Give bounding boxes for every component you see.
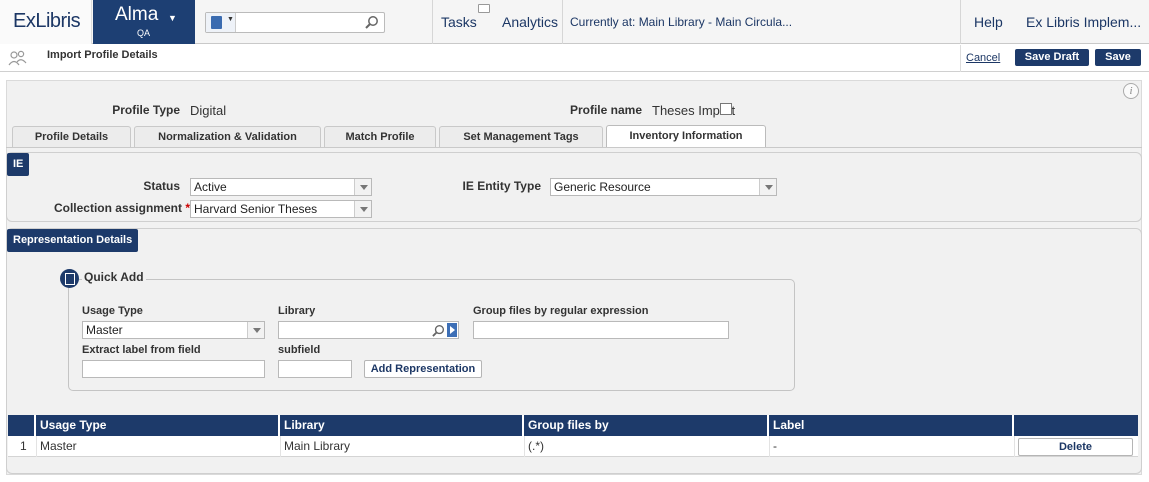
entity-type-select-value: Generic Resource (554, 180, 651, 194)
app-name: Alma (115, 4, 159, 25)
row-usage-type: Master (40, 439, 77, 453)
people-icon (8, 50, 27, 66)
edit-icon[interactable] (720, 103, 732, 115)
collection-select[interactable]: Harvard Senior Theses (190, 200, 372, 218)
status-select[interactable]: Active (190, 178, 372, 196)
nav-tasks[interactable]: Tasks (441, 14, 477, 30)
table-header-usage-type: Usage Type (36, 415, 280, 436)
ie-section-header: IE (7, 153, 30, 176)
chevron-down-icon (354, 179, 371, 195)
status-select-value: Active (194, 180, 227, 194)
chevron-down-icon (759, 179, 776, 195)
divider (562, 0, 563, 44)
quick-add-title: Quick Add (82, 270, 146, 284)
tab-profile-details[interactable]: Profile Details (12, 126, 131, 147)
divider (960, 0, 961, 44)
help-link[interactable]: Help (974, 14, 1003, 30)
top-bar: ExLibris Alma ▼ QA ▼ Tasks Analytics Cur… (0, 0, 1149, 44)
collection-select-value: Harvard Senior Theses (194, 202, 318, 216)
save-draft-button[interactable]: Save Draft (1015, 49, 1089, 66)
table-header-index (8, 415, 36, 436)
row-library: Main Library (284, 439, 351, 453)
extract-label-input[interactable] (82, 360, 265, 378)
document-icon (211, 16, 222, 29)
table-header-library: Library (280, 415, 524, 436)
search-input[interactable] (237, 13, 361, 32)
nav-analytics[interactable]: Analytics (502, 14, 558, 30)
chevron-down-icon: ▼ (168, 13, 177, 23)
tab-divider (6, 147, 1142, 148)
chevron-down-icon (247, 322, 264, 338)
extract-label-label: Extract label from field (82, 344, 201, 356)
arrow-right-icon[interactable] (447, 323, 457, 337)
profile-type-value: Digital (190, 103, 227, 118)
app-switcher[interactable]: Alma ▼ QA (93, 0, 195, 44)
exlibris-logo[interactable]: ExLibris (0, 0, 92, 44)
library-field[interactable] (278, 321, 459, 339)
notification-icon[interactable] (478, 4, 490, 13)
table-header-actions (1014, 415, 1138, 436)
representation-section-header: Representation Details (7, 229, 139, 252)
delete-button[interactable]: Delete (1018, 438, 1133, 456)
tab-match-profile[interactable]: Match Profile (324, 126, 436, 147)
usage-type-label: Usage Type (82, 305, 143, 317)
row-label: - (773, 439, 777, 453)
tab-normalization-validation[interactable]: Normalization & Validation (134, 126, 321, 147)
divider (432, 0, 433, 44)
usage-type-select[interactable]: Master (82, 321, 265, 339)
add-representation-button[interactable]: Add Representation (364, 360, 482, 378)
page-header: Import Profile Details Cancel Save Draft… (0, 45, 1149, 72)
status-label: Status (143, 179, 180, 193)
quick-add-icon (60, 269, 79, 288)
row-group-files-by: (.*) (528, 439, 544, 453)
usage-type-select-value: Master (86, 323, 123, 337)
library-label: Library (278, 305, 316, 317)
environment-label: QA (137, 28, 151, 38)
subfield-label: subfield (278, 344, 321, 356)
table-header-label: Label (769, 415, 1014, 436)
page-title: Import Profile Details (47, 49, 158, 61)
info-icon[interactable]: i (1123, 83, 1139, 99)
table-divider (1014, 436, 1015, 457)
user-menu[interactable]: Ex Libris Implem... (1026, 14, 1141, 30)
current-location[interactable]: Currently at: Main Library - Main Circul… (570, 15, 792, 29)
profile-type-label: Profile Type (112, 103, 180, 117)
tab-inventory-information[interactable]: Inventory Information (606, 125, 766, 148)
table-row (8, 436, 1138, 457)
divider (960, 45, 961, 72)
search-type-selector[interactable]: ▼ (206, 13, 236, 32)
search-box: ▼ (205, 12, 385, 33)
chevron-down-icon (354, 201, 371, 217)
save-button[interactable]: Save (1095, 49, 1141, 66)
row-index: 1 (20, 439, 27, 453)
table-header-group-files-by: Group files by (524, 415, 769, 436)
search-icon[interactable] (365, 15, 379, 29)
collection-label: Collection assignment * (53, 201, 190, 215)
entity-type-label: IE Entity Type (462, 179, 541, 193)
group-files-input[interactable] (473, 321, 729, 339)
chevron-down-icon: ▼ (227, 16, 234, 23)
logo-text: ExLibris (13, 10, 81, 32)
tab-set-management-tags[interactable]: Set Management Tags (439, 126, 603, 147)
cancel-button[interactable]: Cancel (966, 52, 1000, 64)
search-icon[interactable] (432, 324, 445, 337)
entity-type-select[interactable]: Generic Resource (550, 178, 777, 196)
group-files-label: Group files by regular expression (473, 305, 649, 317)
profile-name-label: Profile name (569, 103, 642, 117)
subfield-input[interactable] (278, 360, 352, 378)
